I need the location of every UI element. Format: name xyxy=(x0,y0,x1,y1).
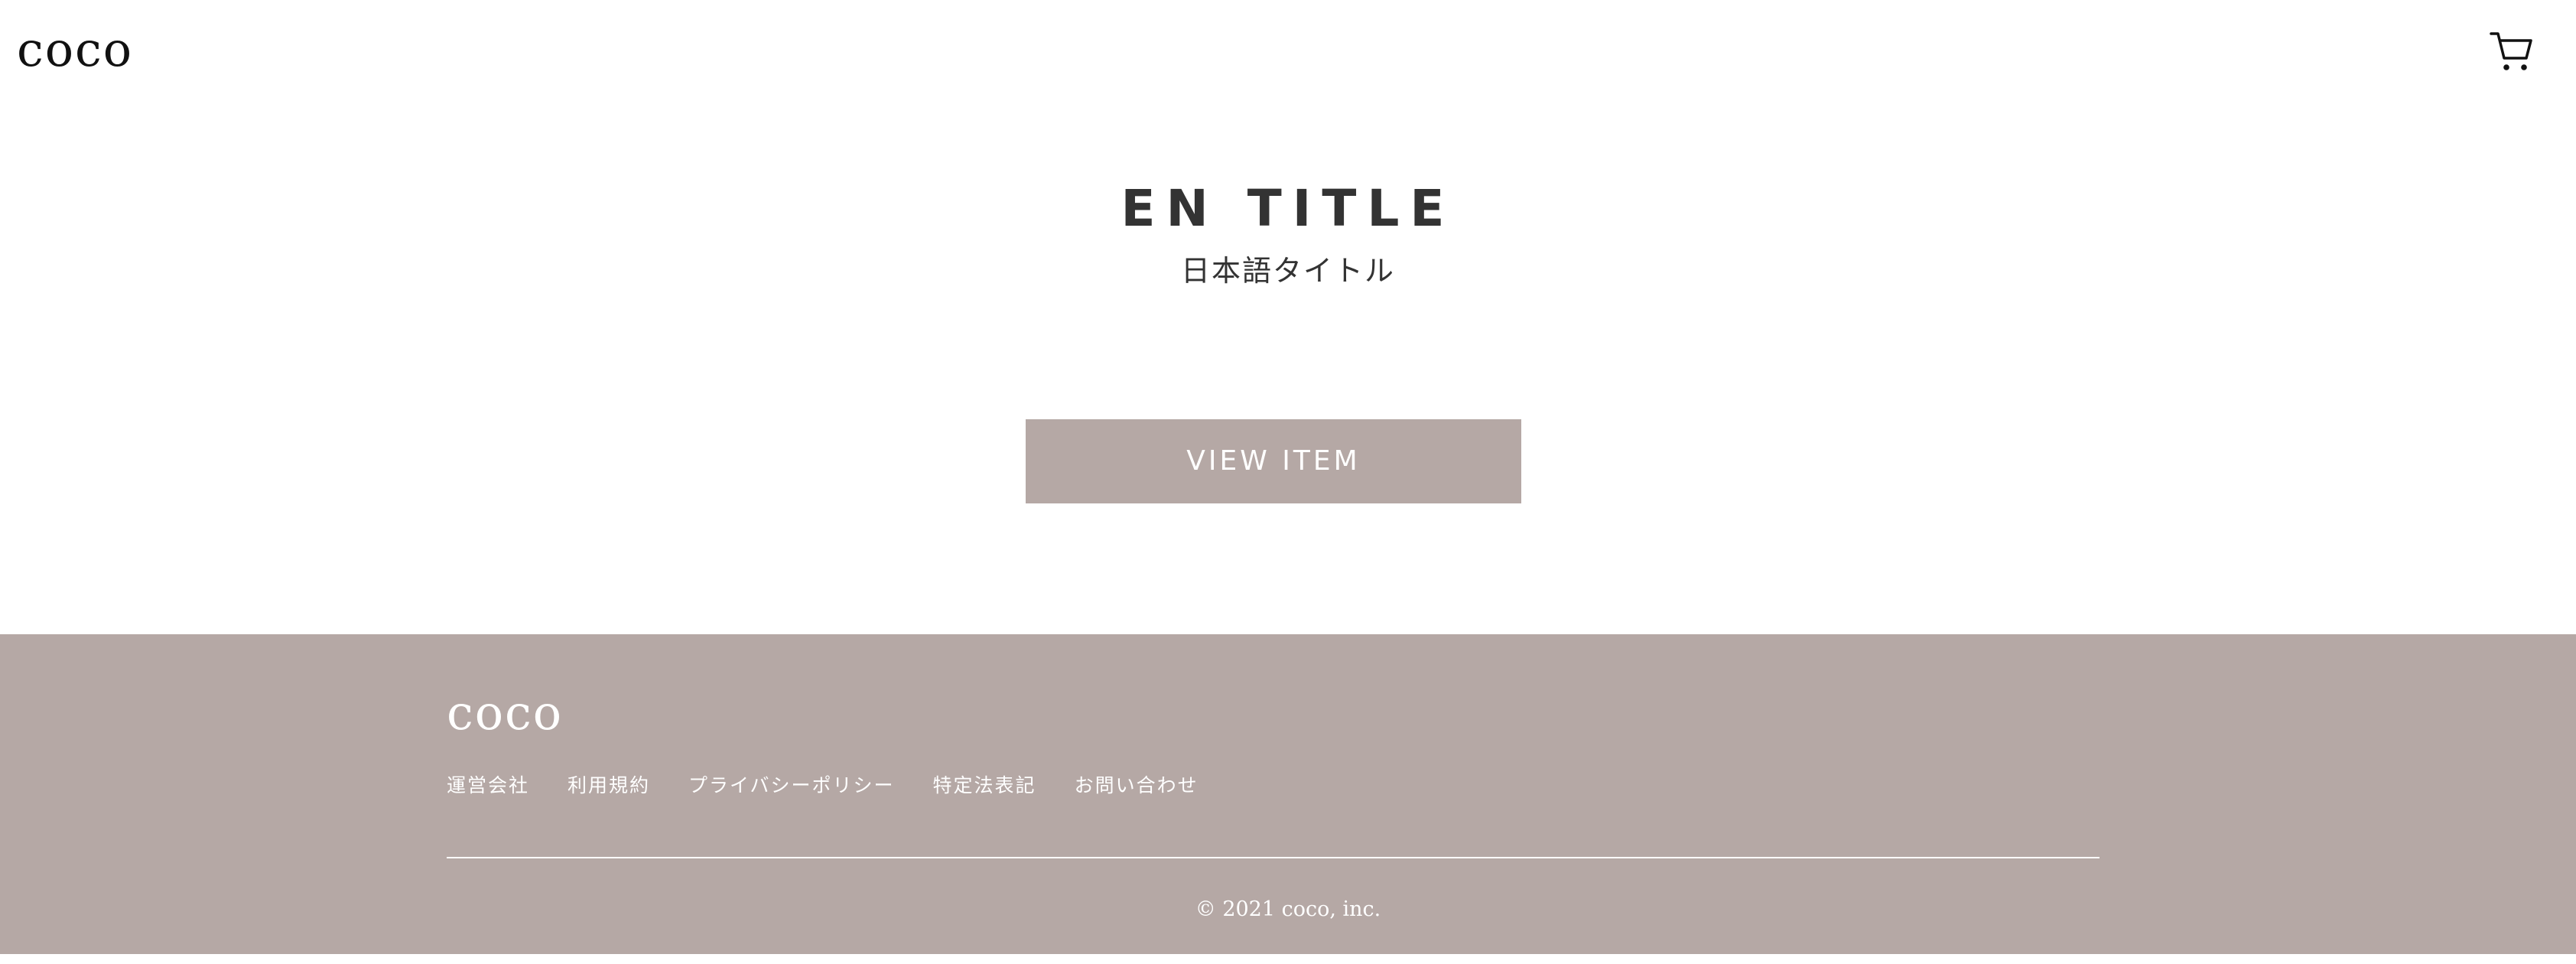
footer-divider xyxy=(447,857,2100,858)
footer-link-legal-notice[interactable]: 特定法表記 xyxy=(933,770,1036,801)
footer-link-privacy[interactable]: プライバシーポリシー xyxy=(688,770,895,801)
footer-link-contact[interactable]: お問い合わせ xyxy=(1075,770,1199,801)
footer-logo[interactable]: coco xyxy=(447,685,563,741)
site-header: coco xyxy=(0,0,2576,107)
site-logo[interactable]: coco xyxy=(17,21,133,78)
footer-link-terms[interactable]: 利用規約 xyxy=(568,770,650,801)
copyright-text: © 2021 coco, inc. xyxy=(1195,897,1381,921)
footer-link-company[interactable]: 運営会社 xyxy=(447,770,529,801)
view-item-button[interactable]: VIEW ITEM xyxy=(1026,419,1521,503)
shopping-cart-icon xyxy=(2490,32,2532,70)
footer-nav: 運営会社 利用規約 プライバシーポリシー 特定法表記 お問い合わせ xyxy=(447,770,1199,801)
site-footer: coco 運営会社 利用規約 プライバシーポリシー 特定法表記 お問い合わせ ©… xyxy=(0,634,2576,954)
hero-title: EN TITLE xyxy=(1120,179,1456,238)
cart-button[interactable] xyxy=(2489,29,2535,75)
hero-subtitle: 日本語タイトル xyxy=(1180,254,1395,288)
